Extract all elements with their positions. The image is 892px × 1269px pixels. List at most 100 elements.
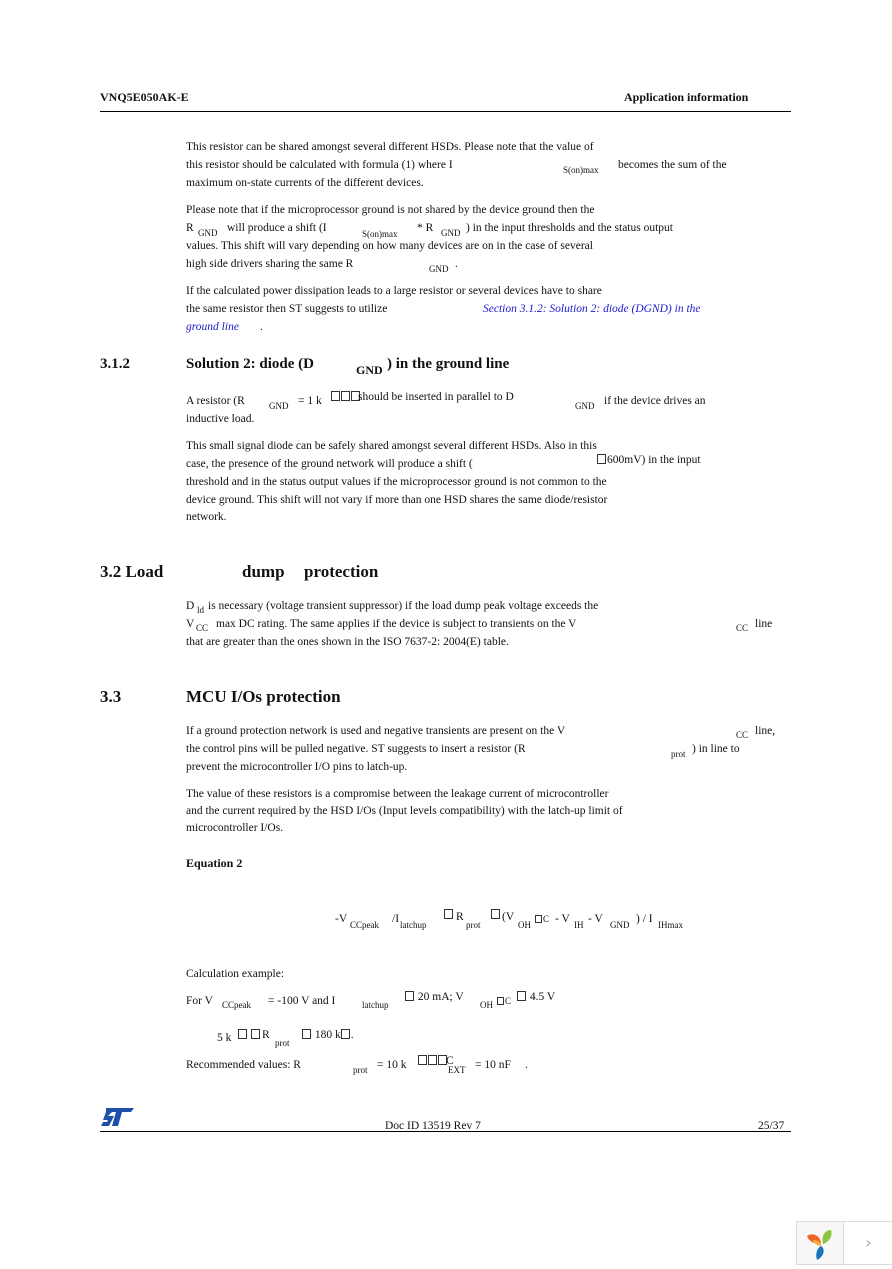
equation-subscript: IHmax	[658, 920, 683, 930]
text-line: microcontroller I/Os.	[186, 822, 284, 834]
equation-term: - V	[555, 913, 570, 925]
missing-glyph-icon	[250, 1029, 260, 1039]
text-line: A resistor (R	[186, 395, 245, 407]
text-line: This small signal diode can be safely sh…	[186, 440, 597, 452]
equation-subscript: GND	[610, 920, 630, 930]
section-title: dump	[242, 562, 285, 581]
subscript: prot	[671, 749, 686, 759]
section-number: 3.1.2	[100, 356, 130, 372]
text-line: if the device drives an	[604, 395, 706, 407]
next-page-button[interactable]: ›	[844, 1222, 892, 1264]
missing-glyph-icon	[444, 909, 453, 919]
equation-relation	[444, 908, 454, 922]
subscript: EXT	[448, 1065, 466, 1075]
text-line: This resistor can be shared amongst seve…	[186, 141, 594, 153]
text-line: network.	[186, 511, 227, 523]
subscript: S(on)max	[563, 165, 599, 175]
text-line: R	[186, 222, 194, 234]
text-line: inductive load.	[186, 413, 255, 425]
section-link-continued[interactable]: ground line	[186, 320, 239, 334]
equation-term: /I	[392, 913, 400, 925]
text-line: For V	[186, 995, 213, 1007]
section-title: 3.2 Load	[100, 562, 164, 581]
equation-term: R	[456, 911, 464, 923]
text-line: = -100 V and I	[268, 995, 336, 1007]
text-line: device ground. This shift will not vary …	[186, 494, 608, 506]
subscript: GND	[269, 401, 289, 411]
subscript: GND	[441, 228, 461, 238]
footer-rule	[100, 1131, 791, 1132]
text-line: .	[260, 321, 263, 333]
text-line: 20 mA; V	[405, 990, 464, 1004]
subscript: prot	[275, 1038, 290, 1048]
section-number: 3.3	[100, 687, 122, 706]
viewer-widget: ›	[796, 1221, 892, 1265]
text-line: becomes the sum of the	[618, 159, 727, 171]
text-line: prevent the microcontroller I/O pins to …	[186, 761, 408, 773]
subscript: GND	[429, 264, 449, 274]
missing-glyph-icon	[491, 909, 500, 919]
text-line: ) in the input thresholds and the status…	[466, 222, 673, 234]
text-line: this resistor should be calculated with …	[186, 159, 453, 171]
text-line: Recommended values: R	[186, 1059, 301, 1071]
subscript: latchup	[362, 1000, 389, 1010]
missing-glyph-icon	[331, 391, 340, 401]
text-fragment: .	[350, 1029, 354, 1041]
app-logo-icon[interactable]	[797, 1222, 844, 1264]
equation-term: (V	[502, 911, 515, 923]
equation-subscript: prot	[466, 920, 481, 930]
equation-subscript: CCpeak	[350, 920, 379, 930]
missing-glyph-icon	[405, 991, 414, 1001]
document-name: VNQ5E050AK-E	[100, 90, 189, 104]
text-line: ) in line to	[692, 743, 740, 755]
missing-glyph-icon	[497, 997, 504, 1005]
text-line: that are greater than the ones shown in …	[186, 636, 509, 648]
subscript: ld	[197, 605, 205, 615]
subscript: S(on)max	[362, 229, 398, 239]
missing-glyph-icon	[341, 391, 350, 401]
text-line: the same resistor then ST suggests to ut…	[186, 303, 388, 315]
equation-label: Equation 2	[186, 856, 243, 870]
st-logo-icon	[100, 1107, 136, 1127]
text-line: V	[186, 618, 195, 630]
equation-subscript: latchup	[400, 920, 427, 930]
section-title: Solution 2: diode (D	[186, 356, 314, 372]
missing-glyph-icon	[302, 1029, 311, 1039]
section-title: protection	[304, 562, 379, 581]
text-fragment: 20 mA; V	[417, 991, 464, 1003]
calc-label: Calculation example:	[186, 968, 285, 980]
text-fragment: C	[505, 996, 512, 1006]
subscript: GND	[575, 401, 595, 411]
missing-glyph-icon	[238, 1029, 247, 1039]
text-line: If the calculated power dissipation lead…	[186, 285, 602, 297]
text-line: = 10 nF	[475, 1059, 511, 1071]
text-line: high side drivers sharing the same R	[186, 258, 354, 270]
text-line: If a ground protection network is used a…	[186, 725, 566, 737]
subscript: C	[497, 996, 511, 1006]
missing-glyph-icon	[340, 1029, 350, 1039]
text-line: max DC rating. The same applies if the d…	[216, 618, 577, 630]
text-line: values. This shift will vary depending o…	[186, 240, 593, 252]
text-line: = 1 k	[298, 395, 322, 407]
missing-glyph-group	[331, 390, 361, 404]
text-line: will produce a shift (I	[227, 222, 327, 234]
subscript: CC	[736, 730, 749, 740]
text-line: D	[186, 600, 195, 612]
equation-subscript: OH	[518, 920, 531, 930]
equation-term: - V	[588, 913, 603, 925]
text-line: threshold and in the status output value…	[186, 476, 607, 488]
text-line: .	[525, 1059, 528, 1071]
equation-subscript: C	[535, 914, 549, 924]
equation-term: -V	[335, 913, 348, 925]
subscript: OH	[480, 1000, 493, 1010]
section-name: Application information	[624, 90, 749, 104]
section-link[interactable]: Section 3.1.2: Solution 2: diode (DGND) …	[483, 302, 701, 316]
text-line: * R	[417, 222, 434, 234]
text-line: The value of these resistors is a compro…	[186, 788, 609, 800]
text-line: 5 k	[217, 1032, 232, 1044]
text-line: case, the presence of the ground network…	[186, 458, 473, 470]
text-line: the control pins will be pulled negative…	[186, 743, 526, 755]
header-rule	[100, 111, 791, 112]
missing-glyph-icon	[517, 991, 526, 1001]
text-fragment: 180 k	[314, 1029, 341, 1041]
